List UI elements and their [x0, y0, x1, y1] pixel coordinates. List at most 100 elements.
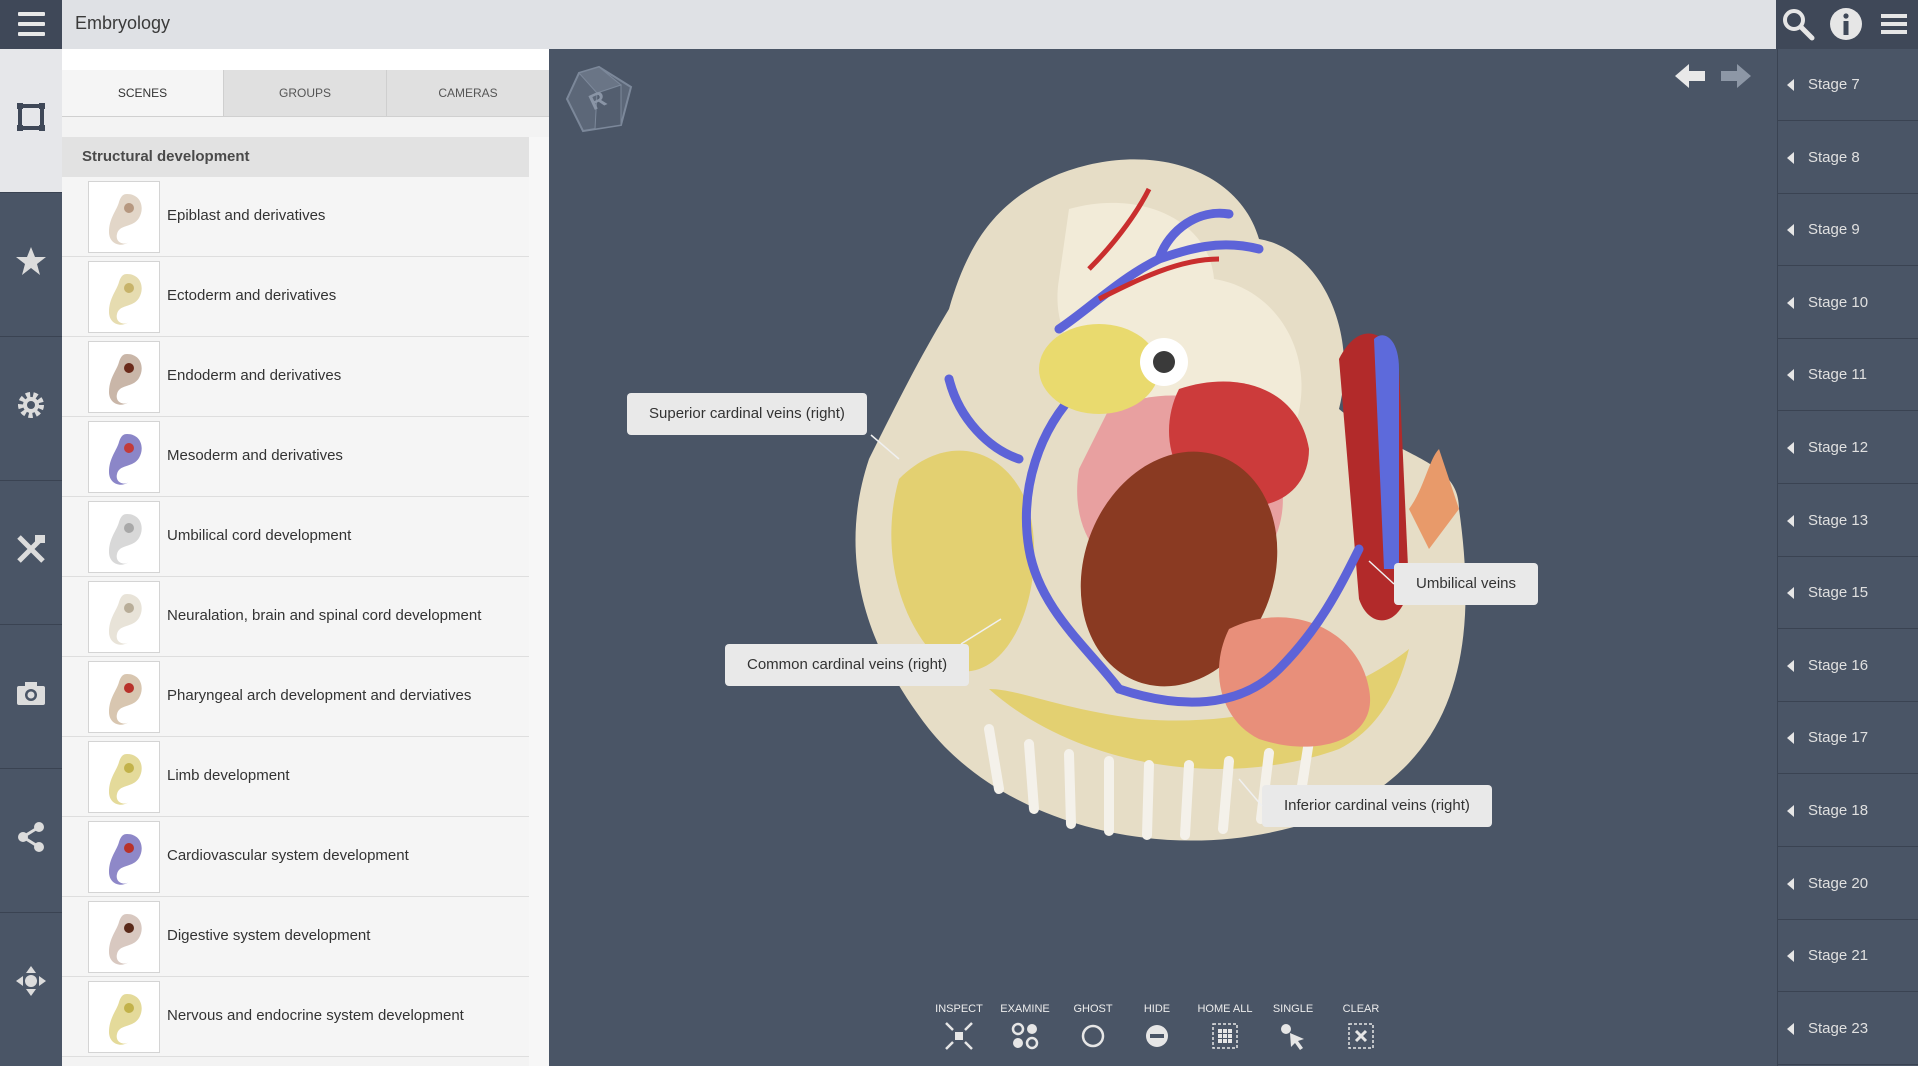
callout-umbilical-veins[interactable]: Umbilical veins: [1394, 563, 1539, 605]
scene-label: Pharyngeal arch development and derviati…: [167, 687, 472, 704]
selection-toolbar: INSPECT EXAMINE GHOST HIDE HOME ALL SING…: [929, 1003, 1379, 1063]
scene-group-header[interactable]: Structural development: [62, 137, 529, 178]
panel-scrollbar[interactable]: [529, 137, 549, 1066]
embryo-thumbnail-icon: [109, 434, 142, 485]
3d-viewport[interactable]: R Superior cardinal veins (right) Umbili…: [549, 49, 1777, 1066]
nav-share[interactable]: [0, 769, 62, 913]
scene-list-item[interactable]: Neuralation, brain and spinal cord devel…: [62, 577, 529, 657]
embryo-thumbnail-icon: [109, 914, 142, 965]
scene-thumbnail: [88, 821, 160, 893]
scene-label: Mesoderm and derivatives: [167, 447, 343, 464]
scenes-icon: [17, 103, 45, 131]
stage-item[interactable]: Stage 21: [1778, 920, 1918, 993]
stage-list: Stage 7 Stage 8 Stage 9 Stage 10 Stage 11 Sta…: [1777, 49, 1918, 1066]
ghost-button[interactable]: GHOST: [1063, 1003, 1123, 1051]
tab-groups[interactable]: GROUPS: [224, 70, 387, 116]
nav-camera[interactable]: [0, 625, 62, 769]
scene-list-item[interactable]: Ectoderm and derivatives: [62, 257, 529, 337]
scene-list-item[interactable]: Umbilical cord development: [62, 497, 529, 577]
caret-left-icon: [1787, 369, 1794, 382]
hide-button[interactable]: HIDE: [1127, 1003, 1187, 1051]
stage-label: Stage 18: [1808, 802, 1869, 819]
scene-list: Epiblast and derivatives Ectoderm and der…: [62, 177, 529, 1066]
caret-left-icon: [1787, 1022, 1794, 1035]
caret-left-icon: [1787, 805, 1794, 817]
scene-thumbnail: [88, 581, 160, 653]
back-arrow-icon[interactable]: [1673, 62, 1707, 90]
stage-item[interactable]: Stage 12: [1778, 412, 1918, 484]
view-cube-icon[interactable]: R: [565, 65, 633, 133]
nav-tools[interactable]: [0, 481, 62, 625]
tab-cameras[interactable]: CAMERAS: [387, 70, 549, 116]
tab-scenes[interactable]: SCENES: [62, 70, 224, 116]
scene-list-item[interactable]: Nervous and endocrine system development: [62, 977, 529, 1057]
examine-button[interactable]: EXAMINE: [995, 1003, 1055, 1051]
stage-item[interactable]: Stage 7: [1778, 49, 1918, 121]
stage-item[interactable]: Stage 17: [1778, 702, 1918, 775]
share-icon: [18, 822, 44, 852]
caret-left-icon: [1787, 79, 1794, 91]
move-icon: [16, 966, 46, 996]
stage-item[interactable]: Stage 16: [1778, 630, 1918, 702]
caret-left-icon: [1787, 151, 1794, 164]
scene-thumbnail: [88, 261, 160, 333]
stage-label: Stage 16: [1808, 656, 1869, 674]
caret-left-icon: [1787, 587, 1794, 600]
stage-item[interactable]: Stage 18: [1778, 775, 1918, 847]
callout-inferior-cardinal-veins[interactable]: Inferior cardinal veins (right): [1262, 785, 1492, 827]
scene-label: Umbilical cord development: [167, 527, 352, 544]
search-icon[interactable]: [1780, 6, 1816, 42]
clear-button[interactable]: CLEAR: [1331, 1003, 1391, 1051]
stage-item[interactable]: Stage 20: [1778, 848, 1918, 920]
scene-list-item[interactable]: Digestive system development: [62, 897, 529, 977]
menu-lines-icon[interactable]: [1876, 6, 1912, 42]
ghost-icon: [1081, 1024, 1105, 1048]
stage-item[interactable]: Stage 8: [1778, 122, 1918, 194]
inspect-button[interactable]: INSPECT: [929, 1003, 989, 1051]
stage-item[interactable]: Stage 13: [1778, 485, 1918, 557]
stage-item[interactable]: Stage 15: [1778, 557, 1918, 630]
stage-label: Stage 20: [1808, 874, 1869, 892]
stage-item[interactable]: Stage 10: [1778, 267, 1918, 339]
stage-item[interactable]: Stage 11: [1778, 339, 1918, 412]
embryo-thumbnail-icon: [109, 194, 142, 245]
nav-move[interactable]: [0, 913, 62, 1057]
stage-label: Stage 15: [1808, 584, 1869, 602]
menu-button[interactable]: [0, 0, 62, 49]
scene-thumbnail: [88, 181, 160, 253]
scene-list-item[interactable]: Pharyngeal arch development and derviati…: [62, 657, 529, 737]
nav-favorites[interactable]: [0, 193, 62, 337]
scene-label: Digestive system development: [167, 927, 371, 944]
scene-list-item[interactable]: Mesoderm and derivatives: [62, 417, 529, 497]
gear-icon: [18, 392, 44, 418]
stage-item[interactable]: Stage 23: [1778, 993, 1918, 1065]
camera-icon: [17, 682, 45, 705]
stage-label: Stage 23: [1808, 1019, 1869, 1037]
scene-list-item[interactable]: Cardiovascular system development: [62, 817, 529, 897]
single-button[interactable]: SINGLE: [1263, 1003, 1323, 1051]
scene-label: Endoderm and derivatives: [167, 367, 342, 384]
stage-label: Stage 17: [1808, 729, 1869, 747]
embryo-thumbnail-icon: [109, 754, 142, 805]
stage-label: Stage 13: [1808, 511, 1869, 529]
caret-left-icon: [1787, 732, 1794, 745]
left-nav-bar: [0, 49, 62, 1066]
stage-item[interactable]: Stage 9: [1778, 194, 1918, 267]
callout-common-cardinal-veins[interactable]: Common cardinal veins (right): [725, 644, 970, 686]
scene-list-item[interactable]: Endoderm and derivatives: [62, 337, 529, 417]
panel-top-strip: [62, 49, 549, 70]
embryo-thumbnail-icon: [109, 674, 142, 725]
scene-label: Neuralation, brain and spinal cord devel…: [167, 607, 482, 624]
stage-label: Stage 11: [1808, 366, 1867, 384]
scene-list-item[interactable]: Limb development: [62, 737, 529, 817]
nav-scenes[interactable]: [0, 49, 62, 193]
home-all-button[interactable]: HOME ALL: [1195, 1003, 1255, 1051]
scene-thumbnail: [88, 661, 160, 733]
nav-settings[interactable]: [0, 337, 62, 481]
info-icon[interactable]: [1828, 6, 1864, 42]
hide-icon: [1146, 1025, 1168, 1047]
scene-list-item[interactable]: Epiblast and derivatives: [62, 177, 529, 257]
callout-superior-cardinal-veins[interactable]: Superior cardinal veins (right): [627, 393, 867, 435]
forward-arrow-icon[interactable]: [1719, 62, 1753, 90]
top-bar: Embryology: [0, 0, 1918, 49]
